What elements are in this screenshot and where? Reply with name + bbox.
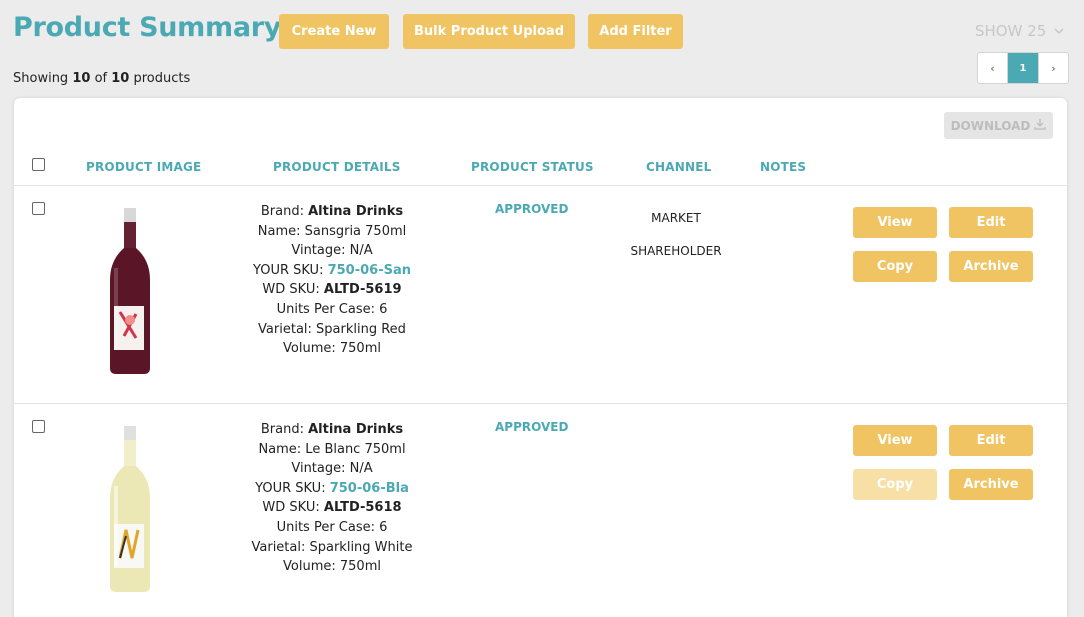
your-sku-line: YOUR SKU: 750-06-San: [230, 261, 434, 281]
brand-value: Altina Drinks: [308, 422, 404, 437]
table-row: Brand: Altina Drinks Name: Le Blanc 750m…: [14, 404, 1067, 617]
create-new-button[interactable]: Create New: [279, 14, 389, 49]
column-header-image: PRODUCT IMAGE: [86, 160, 202, 174]
row-checkbox[interactable]: [32, 420, 45, 433]
row-checkbox[interactable]: [32, 202, 45, 215]
page-title: Product Summary: [13, 12, 282, 43]
download-button[interactable]: DOWNLOAD: [944, 112, 1053, 139]
status-badge: APPROVED: [495, 420, 569, 434]
bulk-upload-button[interactable]: Bulk Product Upload: [403, 14, 575, 49]
wd-sku-line: WD SKU: ALTD-5618: [230, 498, 434, 518]
download-icon: [1034, 118, 1047, 133]
pagination: ‹ 1 ›: [977, 52, 1069, 84]
product-details: Brand: Altina Drinks Name: Sansgria 750m…: [230, 202, 434, 359]
column-header-notes: NOTES: [760, 160, 807, 174]
page-1-button[interactable]: 1: [1008, 53, 1038, 83]
units-line: Units Per Case: 6: [276, 301, 388, 317]
brand-line: Brand: Altina Drinks: [230, 202, 434, 222]
your-sku-label: YOUR SKU:: [252, 262, 324, 278]
table-row: Brand: Altina Drinks Name: Sansgria 750m…: [14, 186, 1067, 404]
product-details: Brand: Altina Drinks Name: Le Blanc 750m…: [230, 420, 434, 577]
select-all-checkbox[interactable]: [32, 158, 45, 171]
brand-value: Altina Drinks: [308, 204, 404, 219]
chevron-down-icon: [1054, 25, 1064, 38]
edit-button[interactable]: Edit: [949, 207, 1033, 238]
results-of: of: [94, 71, 108, 86]
product-image: [102, 426, 158, 600]
column-header-details: PRODUCT DETAILS: [273, 160, 401, 174]
show-count-select[interactable]: SHOW 25: [975, 22, 1064, 40]
brand-label: Brand:: [260, 422, 304, 437]
vintage-line: Vintage: N/A: [291, 243, 373, 259]
copy-button[interactable]: Copy: [853, 469, 937, 500]
units-line: Units Per Case: 6: [276, 519, 388, 535]
product-table-card: DOWNLOAD PRODUCT IMAGE PRODUCT DETAILS P…: [14, 98, 1067, 617]
results-total: 10: [111, 71, 130, 86]
results-count: Showing 10 of 10 products: [13, 71, 190, 86]
status-badge: APPROVED: [495, 202, 569, 216]
table-header: PRODUCT IMAGE PRODUCT DETAILS PRODUCT ST…: [14, 150, 1067, 186]
edit-button[interactable]: Edit: [949, 425, 1033, 456]
channel-list: MARKET SHAREHOLDER: [604, 202, 748, 268]
next-page-button[interactable]: ›: [1038, 53, 1068, 83]
wd-sku-label: WD SKU:: [262, 500, 320, 516]
results-prefix: Showing: [13, 71, 69, 86]
channel-item: MARKET: [651, 211, 701, 225]
view-button[interactable]: View: [853, 425, 937, 456]
brand-line: Brand: Altina Drinks: [230, 420, 434, 440]
volume-line: Volume: 750ml: [283, 559, 381, 575]
varietal-line: Varietal: Sparkling Red: [258, 321, 406, 337]
prev-page-button[interactable]: ‹: [978, 53, 1008, 83]
results-shown: 10: [72, 71, 91, 86]
wd-sku-value: ALTD-5618: [323, 500, 402, 516]
archive-button[interactable]: Archive: [949, 251, 1033, 282]
name-line: Name: Le Blanc 750ml: [258, 441, 406, 457]
channel-item: SHAREHOLDER: [630, 244, 722, 258]
column-header-channel: CHANNEL: [646, 160, 712, 174]
your-sku-link[interactable]: 750-06-San: [328, 263, 411, 278]
your-sku-line: YOUR SKU: 750-06-Bla: [230, 479, 434, 499]
name-line: Name: Sansgria 750ml: [257, 223, 407, 239]
add-filter-button[interactable]: Add Filter: [588, 14, 683, 49]
volume-line: Volume: 750ml: [283, 341, 381, 357]
download-label: DOWNLOAD: [950, 118, 1031, 133]
wd-sku-line: WD SKU: ALTD-5619: [230, 280, 434, 300]
wd-sku-value: ALTD-5619: [323, 282, 402, 298]
archive-button[interactable]: Archive: [949, 469, 1033, 500]
results-suffix: products: [133, 71, 191, 86]
view-button[interactable]: View: [853, 207, 937, 238]
your-sku-link[interactable]: 750-06-Bla: [330, 481, 409, 496]
vintage-line: Vintage: N/A: [291, 461, 373, 477]
your-sku-label: YOUR SKU:: [255, 480, 326, 496]
brand-label: Brand:: [260, 204, 304, 219]
column-header-status: PRODUCT STATUS: [471, 160, 594, 174]
wd-sku-label: WD SKU:: [262, 282, 320, 298]
product-image: [102, 208, 158, 382]
copy-button[interactable]: Copy: [853, 251, 937, 282]
show-count-label: SHOW 25: [975, 22, 1047, 40]
varietal-line: Varietal: Sparkling White: [251, 539, 413, 555]
